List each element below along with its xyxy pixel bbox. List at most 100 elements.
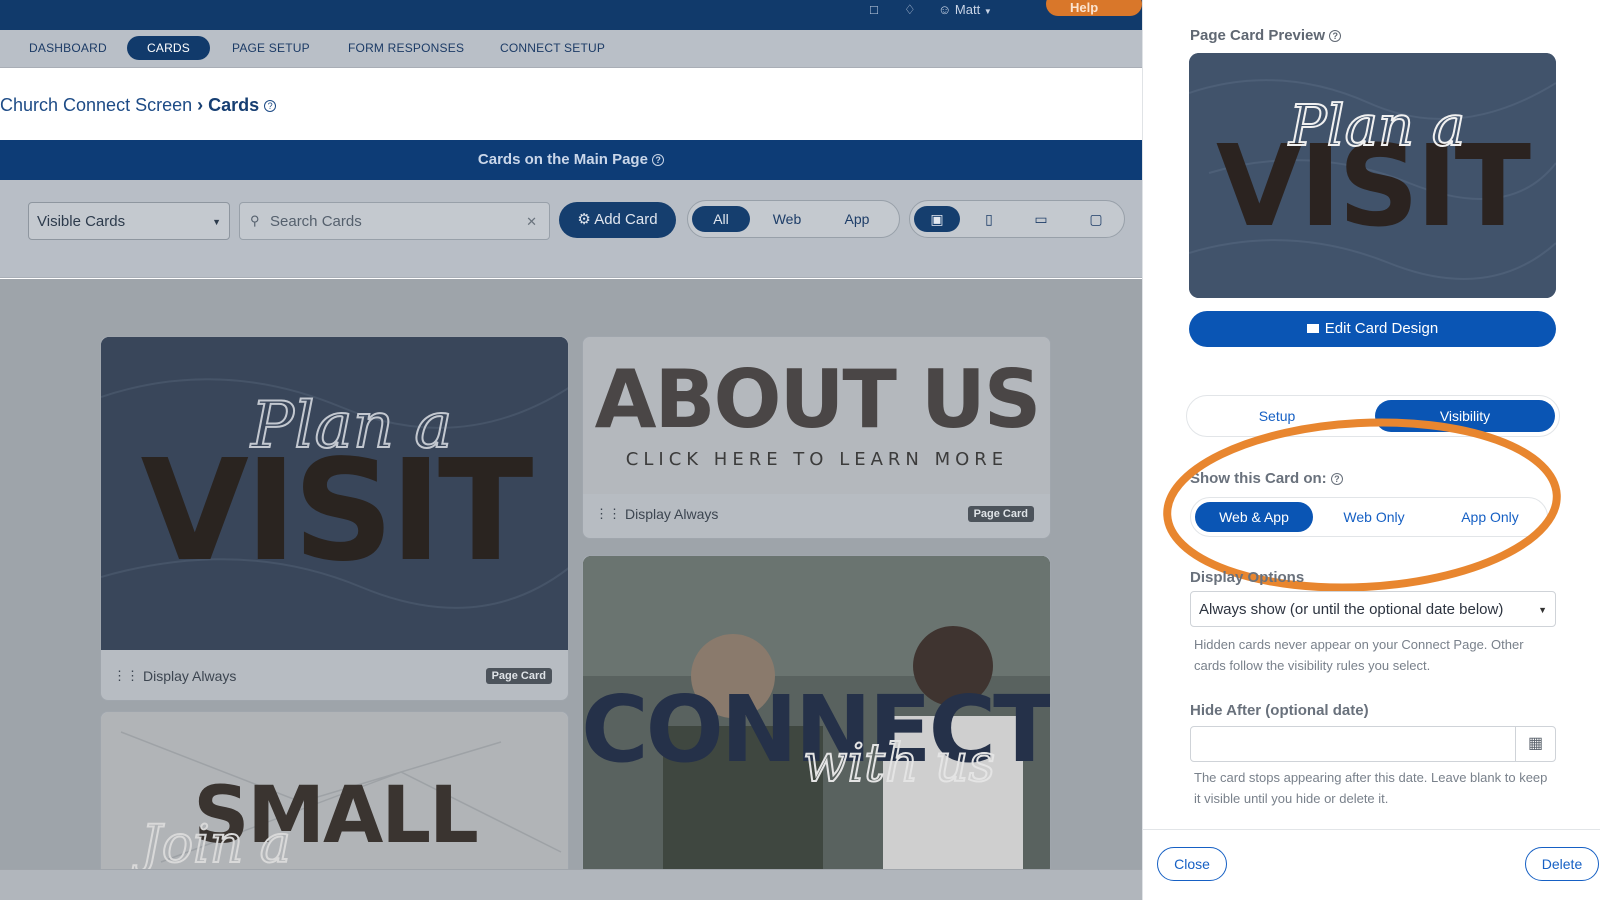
nav-page-setup[interactable]: PAGE SETUP xyxy=(232,41,310,55)
filter-toolbar: Visible Cards ▼ ⚲ Search Cards ✕ ⚙ Add C… xyxy=(0,180,1142,278)
panel-tabs: Setup Visibility xyxy=(1186,395,1560,437)
visibility-select-value: Visible Cards xyxy=(37,213,126,230)
card-title-script: Join a xyxy=(132,815,291,875)
breadcrumb-parent[interactable]: Church Connect Screen xyxy=(0,95,192,115)
display-options-help: Hidden cards never appear on your Connec… xyxy=(1194,637,1524,673)
platform-app[interactable]: App xyxy=(828,206,886,232)
clear-icon[interactable]: ✕ xyxy=(526,214,537,230)
breadcrumb-current: Cards xyxy=(208,95,260,115)
chevron-down-icon: ▼ xyxy=(983,7,992,16)
section-header: Cards on the Main Page ? xyxy=(0,140,1142,180)
card-about-us[interactable]: ABOUT US CLICK HERE TO LEARN MORE ⋮⋮ Dis… xyxy=(582,336,1051,539)
help-circle-icon[interactable]: ? xyxy=(1330,473,1343,486)
desktop-icon[interactable]: ▢ xyxy=(1078,206,1114,232)
drag-handle-icon[interactable]: ⋮⋮ xyxy=(113,668,139,684)
display-options-select[interactable]: Always show (or until the optional date … xyxy=(1190,591,1556,627)
tab-setup[interactable]: Setup xyxy=(1191,400,1363,432)
hide-after-date-input[interactable] xyxy=(1190,726,1516,762)
top-bar: □ ♢ ☺ Matt ▼ Help xyxy=(0,0,1142,30)
card-title-script: Plan a xyxy=(250,389,452,463)
user-circle-icon: ☺ xyxy=(938,2,952,17)
card-connect-with-us[interactable]: CONNECT with us xyxy=(582,555,1051,875)
user-menu[interactable]: ☺ Matt ▼ xyxy=(938,2,992,17)
calendar-icon[interactable]: ▦ xyxy=(1515,726,1556,762)
help-label: Help xyxy=(1070,0,1099,15)
hide-after-label: Hide After (optional date) xyxy=(1190,702,1369,719)
help-circle-icon[interactable]: ? xyxy=(652,154,665,167)
section-header-title: Cards on the Main Page xyxy=(477,151,648,168)
user-name: Matt xyxy=(954,2,981,17)
display-options-label: Display Options xyxy=(1190,569,1305,586)
card-type-badge: Page Card xyxy=(967,506,1034,522)
caret-down-icon: ▼ xyxy=(212,217,221,227)
delete-button[interactable]: Delete xyxy=(1525,847,1599,881)
main-area: □ ♢ ☺ Matt ▼ Help DASHBOARD CARDS PAGE S… xyxy=(0,0,1142,900)
card-art-about: ABOUT US CLICK HERE TO LEARN MORE xyxy=(583,337,1050,494)
card-image: ABOUT US CLICK HERE TO LEARN MORE xyxy=(583,337,1050,494)
edit-card-design-label: Edit Card Design xyxy=(1324,320,1439,337)
card-preview: VISIT Plan a xyxy=(1189,53,1556,298)
platform-all[interactable]: All xyxy=(692,206,750,232)
search-placeholder: Search Cards xyxy=(270,213,362,230)
preview-title-script: Plan a xyxy=(1288,94,1465,159)
phone-icon[interactable]: ▯ xyxy=(974,206,1004,232)
nav-cards[interactable]: CARDS xyxy=(127,36,211,60)
show-web-and-app[interactable]: Web & App xyxy=(1195,502,1313,532)
card-art-visit: VISIT Plan a xyxy=(101,337,568,650)
card-art-connect: CONNECT with us xyxy=(583,556,1050,874)
card-footer: ⋮⋮ Display Always Page Card xyxy=(583,492,1050,538)
grid-icon[interactable]: ▣ xyxy=(914,206,960,232)
cards-grid: VISIT Plan a ⋮⋮ Display Always Page Card… xyxy=(0,279,1142,900)
panel-footer: Close Delete xyxy=(1143,829,1600,900)
show-card-on-label: Show this Card on: ? xyxy=(1190,470,1343,487)
view-toggle: ▣ ▯ ▭ ▢ xyxy=(909,200,1125,238)
card-title-script: with us xyxy=(803,734,995,794)
bottom-bar xyxy=(0,869,1142,900)
tablet-icon[interactable]: ▭ xyxy=(1026,206,1056,232)
card-subtitle: CLICK HERE TO LEARN MORE xyxy=(626,449,1008,470)
search-icon: ⚲ xyxy=(250,213,260,228)
close-button[interactable]: Close xyxy=(1157,847,1227,881)
card-settings-panel: Page Card Preview ? VISIT Plan a Edit Ca… xyxy=(1142,0,1600,900)
display-options-value: Always show (or until the optional date … xyxy=(1199,601,1504,618)
main-nav: DASHBOARD CARDS PAGE SETUP FORM RESPONSE… xyxy=(0,30,1142,68)
show-app-only[interactable]: App Only xyxy=(1435,502,1545,532)
breadcrumb: Church Connect Screen › Cards ? xyxy=(0,95,277,116)
preview-art: VISIT Plan a xyxy=(1189,53,1556,298)
card-display-label: Display Always xyxy=(625,506,719,522)
add-card-label: Add Card xyxy=(594,211,658,228)
drag-handle-icon[interactable]: ⋮⋮ xyxy=(595,506,621,522)
gear-icon: ⚙ xyxy=(577,211,591,228)
card-type-badge: Page Card xyxy=(485,668,552,684)
tab-visibility[interactable]: Visibility xyxy=(1375,400,1555,432)
caret-down-icon: ▼ xyxy=(1538,605,1547,615)
nav-form-responses[interactable]: FORM RESPONSES xyxy=(348,41,464,55)
card-display-label: Display Always xyxy=(143,668,237,684)
show-card-on-toggle: Web & App Web Only App Only xyxy=(1190,497,1548,537)
help-circle-icon[interactable]: ? xyxy=(1329,30,1342,43)
card-footer: ⋮⋮ Display Always Page Card xyxy=(101,654,568,700)
bell-icon[interactable]: ♢ xyxy=(904,2,916,18)
platform-web[interactable]: Web xyxy=(758,206,816,232)
show-web-only[interactable]: Web Only xyxy=(1319,502,1429,532)
card-title-main: ABOUT US xyxy=(595,353,1040,446)
preview-title-text: Page Card Preview xyxy=(1190,27,1326,44)
card-image: CONNECT with us xyxy=(583,556,1050,874)
preview-title: Page Card Preview ? xyxy=(1190,27,1342,44)
help-circle-icon[interactable]: ? xyxy=(264,100,277,113)
search-input[interactable]: ⚲ Search Cards ✕ xyxy=(239,202,550,240)
add-card-button[interactable]: ⚙ Add Card xyxy=(559,202,676,238)
nav-connect-setup[interactable]: CONNECT SETUP xyxy=(500,41,605,55)
chevron-right-icon: › xyxy=(197,95,204,115)
visibility-select[interactable]: Visible Cards ▼ xyxy=(28,202,230,240)
document-icon[interactable]: □ xyxy=(870,2,878,17)
platform-filter: All Web App xyxy=(687,200,900,238)
card-image: VISIT Plan a xyxy=(101,337,568,650)
card-plan-a-visit[interactable]: VISIT Plan a ⋮⋮ Display Always Page Card xyxy=(100,336,569,701)
show-card-on-text: Show this Card on: xyxy=(1190,470,1327,487)
hide-after-help: The card stops appearing after this date… xyxy=(1194,770,1548,806)
help-button[interactable]: Help xyxy=(1046,0,1142,16)
edit-card-design-button[interactable]: Edit Card Design xyxy=(1189,311,1556,347)
nav-dashboard[interactable]: DASHBOARD xyxy=(29,41,107,55)
image-icon xyxy=(1306,324,1319,333)
